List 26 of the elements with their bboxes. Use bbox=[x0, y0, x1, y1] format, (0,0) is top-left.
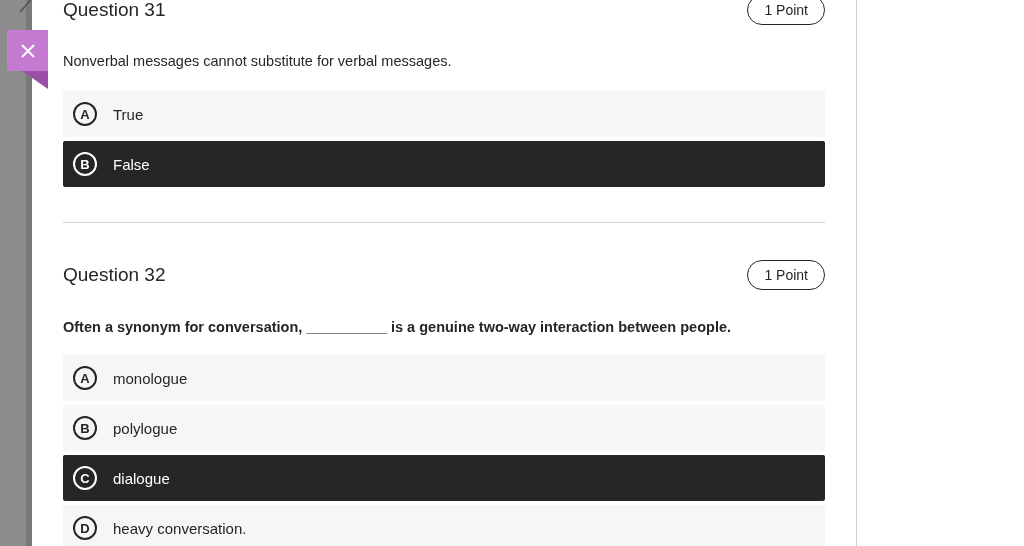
question-title: Question 31 bbox=[63, 0, 166, 21]
fold-icon bbox=[22, 71, 48, 89]
answer-option[interactable]: A monologue bbox=[63, 355, 825, 401]
question-title: Question 32 bbox=[63, 264, 166, 286]
answer-option[interactable]: A True bbox=[63, 91, 825, 137]
letter-badge: D bbox=[73, 516, 97, 540]
answer-option[interactable]: B False bbox=[63, 141, 825, 187]
close-button[interactable] bbox=[7, 30, 48, 71]
close-icon bbox=[18, 41, 37, 60]
paperclip-icon bbox=[18, 0, 32, 14]
letter-badge: A bbox=[73, 366, 97, 390]
option-text: heavy conversation. bbox=[113, 519, 247, 537]
answer-option[interactable]: B polylogue bbox=[63, 405, 825, 451]
option-text: monologue bbox=[113, 369, 188, 387]
option-text: False bbox=[113, 155, 150, 173]
answer-option[interactable]: D heavy conversation. bbox=[63, 505, 825, 546]
option-text: dialogue bbox=[113, 469, 170, 487]
option-text: True bbox=[113, 105, 144, 123]
letter-badge: C bbox=[73, 466, 97, 490]
question-text: Nonverbal messages cannot substitute for verbal messages. bbox=[63, 53, 453, 69]
letter-badge: A bbox=[73, 102, 97, 126]
letter-badge: B bbox=[73, 416, 97, 440]
letter-badge: B bbox=[73, 152, 97, 176]
question-text: Often a synonym for conversation, __________ is a genuine two-way interaction between people. bbox=[63, 319, 732, 335]
option-text: polylogue bbox=[113, 419, 178, 437]
answer-option[interactable]: C dialogue bbox=[63, 455, 825, 501]
